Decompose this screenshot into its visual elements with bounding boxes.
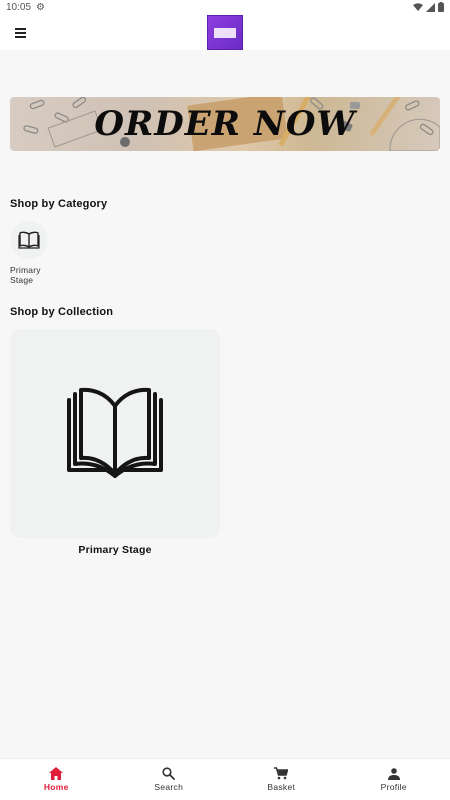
nav-profile-label: Profile: [380, 781, 407, 792]
nav-search-label: Search: [154, 782, 184, 792]
wifi-icon: [413, 2, 423, 11]
settings-gear-icon: ⚙: [36, 1, 45, 13]
nav-home-label: Home: [43, 782, 69, 792]
signal-icon: [426, 2, 435, 12]
nav-profile[interactable]: Profile: [338, 759, 450, 800]
shop-by-collection-title: Shop by Collection: [10, 306, 114, 318]
battery-icon: [438, 2, 444, 12]
nav-basket-label: Basket: [267, 782, 296, 792]
category-item-primary-stage[interactable]: Primary Stage: [10, 221, 50, 285]
status-bar: 10:05 ⚙: [0, 0, 450, 14]
home-icon: [49, 767, 64, 780]
person-icon: [387, 767, 400, 780]
nav-search[interactable]: Search: [113, 759, 226, 800]
status-icons: [413, 2, 444, 12]
hamburger-menu-icon[interactable]: [12, 25, 30, 41]
collection-card-primary-stage[interactable]: [10, 329, 220, 538]
open-book-icon: [18, 231, 40, 249]
order-now-banner[interactable]: ORDER NOW: [10, 97, 440, 151]
app-bar: [0, 14, 450, 50]
bottom-navigation: Home Search Basket Profile: [0, 758, 450, 800]
collection-label: Primary Stage: [78, 544, 152, 556]
nav-basket[interactable]: Basket: [225, 759, 338, 800]
cart-icon: [274, 767, 289, 780]
search-icon: [162, 767, 176, 780]
status-time: 10:05: [6, 1, 32, 13]
brand-logo[interactable]: [207, 15, 243, 50]
category-icon-container: [10, 221, 48, 259]
nav-home[interactable]: Home: [0, 759, 113, 800]
shop-by-category-title: Shop by Category: [10, 198, 108, 210]
banner-text: ORDER NOW: [94, 104, 356, 144]
category-label: Primary Stage: [10, 265, 41, 285]
open-book-icon: [67, 387, 163, 478]
